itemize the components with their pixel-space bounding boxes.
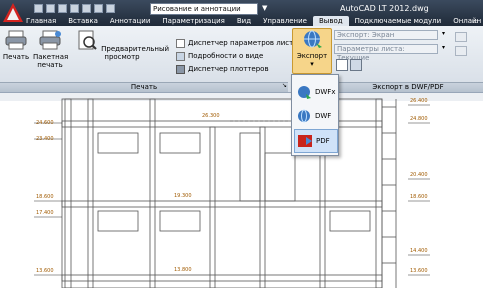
preview-small-icon[interactable] (336, 59, 348, 71)
save-icon[interactable] (58, 4, 67, 13)
level-label: 17.400 (36, 210, 54, 216)
dwf-icon (298, 109, 310, 123)
tab-parametric[interactable]: Параметризация (156, 16, 230, 26)
print-label: Печать (2, 53, 30, 61)
ribbon: Печать Пакетная печать Предварительный п… (0, 26, 483, 93)
export-dwf-item[interactable]: DWF (294, 105, 336, 127)
page-setup-label: Диспетчер параметров листов (188, 39, 302, 47)
print-panel-title: Печать (0, 82, 288, 92)
level-label: 18.600 (36, 194, 54, 200)
preview-icon (78, 30, 97, 50)
export-dwfx-item[interactable]: DWFx (294, 81, 336, 103)
print-button[interactable]: Печать (2, 30, 30, 61)
panel-launcher-icon[interactable]: ↘ (282, 82, 287, 89)
ribbon-tabs: Главная Вставка Аннотации Параметризация… (20, 16, 483, 26)
plotter-icon (176, 65, 185, 74)
saveas-icon[interactable] (70, 4, 79, 13)
level-label: 20.400 (410, 172, 428, 178)
chevron-down-icon[interactable]: ▼ (262, 4, 267, 12)
export-globe-icon (304, 30, 322, 48)
level-label: 18.600 (410, 194, 428, 200)
workspace-select[interactable]: Рисование и аннотации (150, 3, 258, 15)
dwfx-label: DWFx (315, 88, 336, 96)
level-label: 13.600 (36, 268, 54, 274)
preview-label: Предварительный просмотр (101, 45, 170, 61)
plotter-label: Диспетчер плоттеров (188, 65, 269, 73)
level-label: 13.800 (174, 267, 192, 273)
printer-icon (5, 30, 27, 50)
dwf-label: DWF (315, 112, 332, 120)
open-icon[interactable] (46, 4, 55, 13)
new-icon[interactable] (34, 4, 43, 13)
level-label: 24.800 (410, 116, 428, 122)
details-icon (176, 52, 185, 61)
page-setup-icon (176, 39, 185, 48)
undo-icon[interactable] (94, 4, 103, 13)
tab-annotate[interactable]: Аннотации (104, 16, 156, 26)
export-panel-title: Экспорт в DWF/PDF (333, 82, 483, 92)
settings-icon[interactable] (455, 46, 467, 56)
drawing-canvas[interactable]: 24.600 23.400 18.600 17.400 13.600 26.40… (0, 93, 483, 289)
export-label: Экспорт (296, 52, 328, 60)
export-select[interactable]: Экспорт: Экран (334, 30, 438, 40)
plot-details[interactable]: Подробности о виде (176, 52, 263, 61)
batch-print-button[interactable]: Пакетная печать (33, 30, 69, 69)
level-label: 26.300 (202, 113, 220, 119)
window-title: AutoCAD LT 2012.dwg (340, 4, 429, 13)
level-label: 19.300 (174, 193, 192, 199)
level-label: 26.400 (410, 98, 428, 104)
plotter-manager[interactable]: Диспетчер плоттеров (176, 65, 269, 74)
chevron-down-icon[interactable]: ▾ (442, 30, 445, 37)
batch-printer-icon (39, 30, 61, 50)
page-setup-manager[interactable]: Диспетчер параметров листов (176, 39, 302, 48)
tab-manage[interactable]: Управление (257, 16, 313, 26)
pdf-label: PDF (316, 137, 330, 145)
level-label: 13.600 (410, 268, 428, 274)
print-icon[interactable] (82, 4, 91, 13)
level-label: 24.600 (36, 120, 54, 126)
export-pdf-item[interactable]: PDF (294, 129, 338, 153)
quick-access-toolbar (34, 4, 115, 16)
batch-label-1: Пакетная (33, 53, 69, 61)
tab-view[interactable]: Вид (231, 16, 257, 26)
details-label: Подробности о виде (188, 52, 264, 60)
tab-plugins[interactable]: Подключаемые модули (349, 16, 448, 26)
level-label: 14.400 (410, 248, 428, 254)
import-icon[interactable] (455, 32, 467, 42)
batch-label-2: печать (37, 61, 63, 69)
tab-output[interactable]: Вывод (313, 16, 349, 26)
tab-home[interactable]: Главная (20, 16, 62, 26)
level-label: 23.400 (36, 136, 54, 142)
options-icon[interactable] (350, 59, 362, 71)
export-dropdown: DWFx DWF PDF (291, 74, 339, 156)
pdf-icon (298, 135, 312, 147)
redo-icon[interactable] (106, 4, 115, 13)
chevron-down-icon: ▾ (310, 60, 314, 68)
export-button[interactable]: Экспорт ▾ (292, 28, 332, 74)
ribbon-minimize-icon[interactable]: ▭ (472, 17, 479, 25)
preview-button[interactable]: Предварительный просмотр (72, 30, 172, 61)
chevron-down-icon[interactable]: ▾ (442, 44, 445, 51)
tab-insert[interactable]: Вставка (62, 16, 104, 26)
floor-section-drawing (0, 93, 483, 289)
page-setup-select[interactable]: Параметры листа: Текущие (334, 44, 438, 62)
dwfx-icon (298, 86, 311, 99)
